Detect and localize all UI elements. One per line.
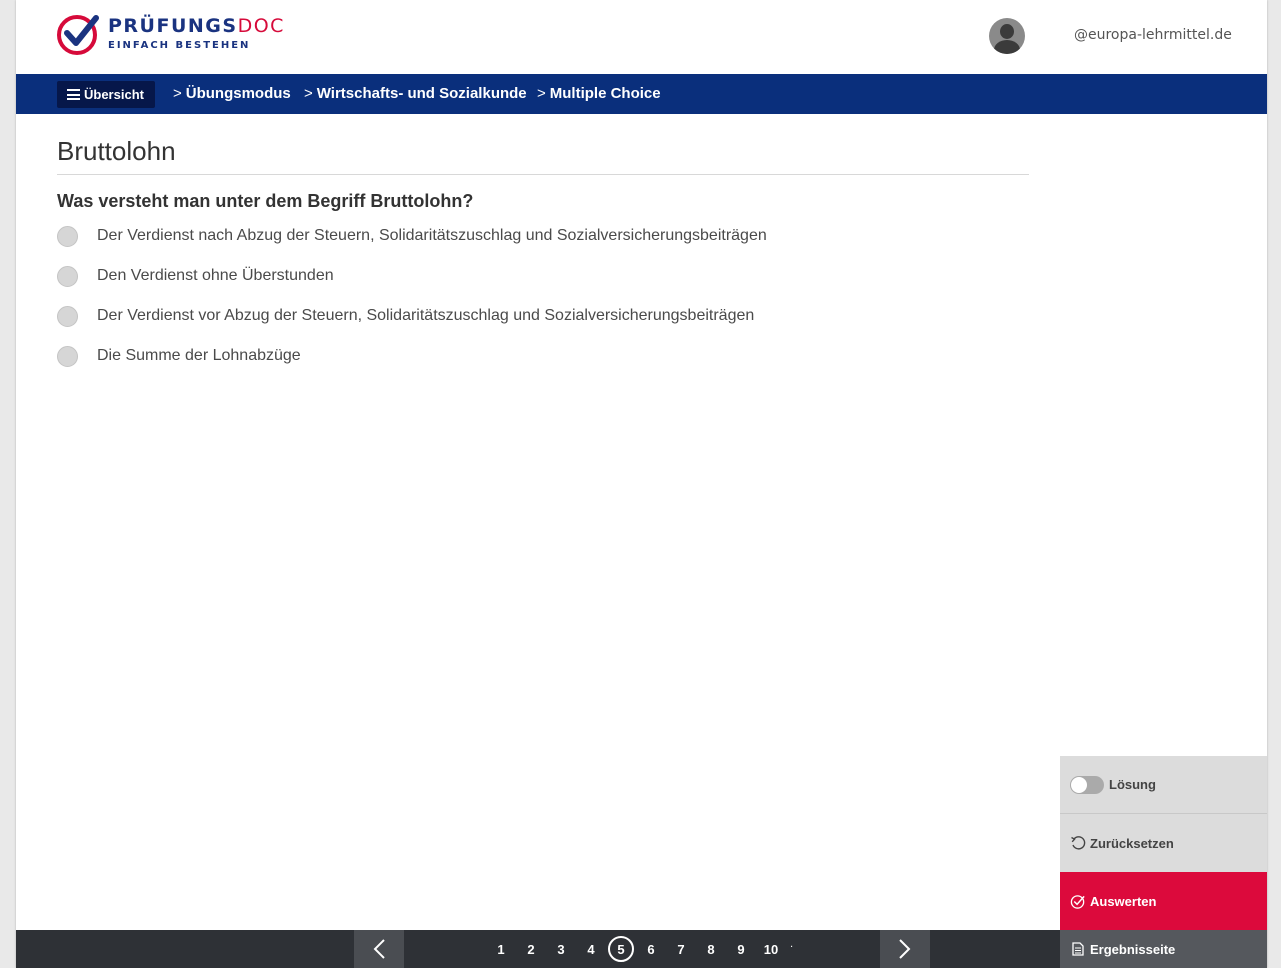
radio-button[interactable]	[57, 265, 78, 287]
logo-check-icon	[57, 15, 99, 55]
chevron-right-icon: >	[537, 85, 546, 102]
document-icon	[1070, 941, 1086, 957]
answer-label: Der Verdienst nach Abzug der Steuern, So…	[97, 227, 767, 244]
evaluate-button[interactable]: Auswerten	[1060, 872, 1267, 930]
radio-button[interactable]	[57, 345, 78, 367]
results-page-button[interactable]: Ergebnisseite	[1060, 930, 1267, 968]
undo-icon	[1070, 835, 1086, 851]
chevron-right-icon: >	[304, 85, 313, 102]
page-title: Bruttolohn	[57, 136, 176, 166]
pagination-bar: 1 2 3 4 5 6 7 8 9 10 · Ergebnisseite	[16, 930, 1267, 968]
chevron-left-icon	[373, 939, 385, 959]
app-frame: PRÜFUNGSDOC EINFACH BESTEHEN @europa-leh…	[16, 0, 1267, 968]
chevron-right-icon	[899, 939, 911, 959]
breadcrumb-bar: Übersicht > Übungsmodus > Wirtschafts- und…	[16, 74, 1267, 114]
logo-name: PRÜFUNGSDOC	[108, 15, 285, 37]
page-6[interactable]: 6	[636, 930, 666, 968]
reset-label: Zurücksetzen	[1090, 835, 1174, 851]
page-numbers: 1 2 3 4 5 6 7 8 9 10 ·	[486, 930, 793, 968]
solution-toggle[interactable]: Lösung	[1060, 756, 1267, 814]
page-4[interactable]: 4	[576, 930, 606, 968]
answer-label: Den Verdienst ohne Überstunden	[97, 267, 334, 284]
page-5-current[interactable]: 5	[606, 930, 636, 968]
next-button[interactable]	[880, 930, 930, 968]
radio-button[interactable]	[57, 225, 78, 247]
previous-button[interactable]	[354, 930, 404, 968]
page-8[interactable]: 8	[696, 930, 726, 968]
question-text: Was versteht man unter dem Begriff Brutt…	[57, 191, 474, 211]
check-circle-icon	[1070, 893, 1086, 909]
breadcrumb-wiso[interactable]: > Wirtschafts- und Sozialkunde	[304, 85, 527, 102]
results-label: Ergebnisseite	[1090, 941, 1176, 957]
breadcrumb-multiple-choice[interactable]: > Multiple Choice	[537, 85, 661, 102]
answer-label: Der Verdienst vor Abzug der Steuern, Sol…	[97, 307, 755, 324]
user-avatar-icon[interactable]	[989, 18, 1025, 54]
user-email[interactable]: @europa-lehrmittel.de	[1074, 27, 1232, 43]
answer-option-4[interactable]: Die Summe der Lohnabzüge	[57, 344, 301, 368]
evaluate-label: Auswerten	[1090, 893, 1157, 909]
logo[interactable]: PRÜFUNGSDOC EINFACH BESTEHEN	[56, 11, 286, 57]
page-1[interactable]: 1	[486, 930, 516, 968]
page-9[interactable]: 9	[726, 930, 756, 968]
reset-button[interactable]: Zurücksetzen	[1060, 814, 1267, 872]
logo-tagline: EINFACH BESTEHEN	[108, 40, 251, 51]
answer-option-2[interactable]: Den Verdienst ohne Überstunden	[57, 264, 334, 288]
overview-label: Übersicht	[84, 87, 144, 102]
page-2[interactable]: 2	[516, 930, 546, 968]
radio-button[interactable]	[57, 305, 78, 327]
toggle-switch[interactable]	[1070, 775, 1104, 794]
overview-button[interactable]: Übersicht	[57, 81, 155, 108]
page-7[interactable]: 7	[666, 930, 696, 968]
more-pages-indicator: ·	[790, 941, 794, 953]
title-divider	[57, 174, 1029, 175]
chevron-right-icon: >	[173, 85, 182, 102]
solution-label: Lösung	[1109, 777, 1156, 792]
page-3[interactable]: 3	[546, 930, 576, 968]
breadcrumb-ubungsmodus[interactable]: > Übungsmodus	[173, 85, 291, 102]
hamburger-icon	[67, 89, 80, 100]
answer-label: Die Summe der Lohnabzüge	[97, 347, 301, 364]
answer-option-3[interactable]: Der Verdienst vor Abzug der Steuern, Sol…	[57, 304, 754, 328]
answer-option-1[interactable]: Der Verdienst nach Abzug der Steuern, So…	[57, 224, 767, 248]
header: PRÜFUNGSDOC EINFACH BESTEHEN @europa-leh…	[16, 0, 1267, 74]
page-10[interactable]: 10	[756, 930, 786, 968]
